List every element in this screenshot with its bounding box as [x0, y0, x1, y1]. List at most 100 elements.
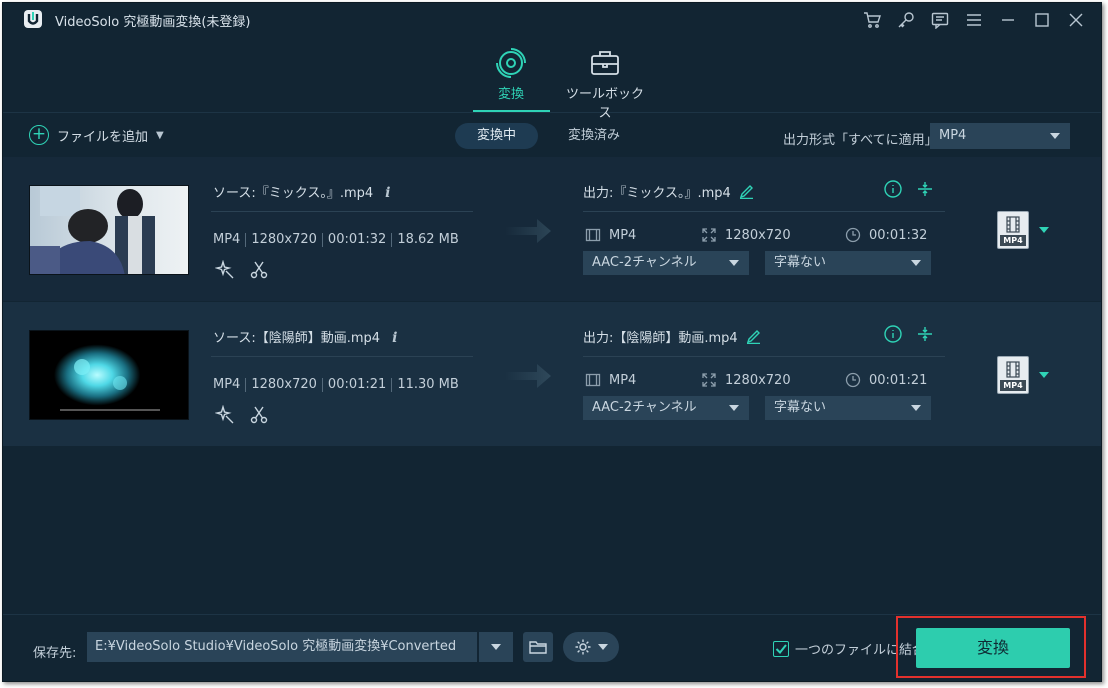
- output-duration-text: 00:01:21: [869, 372, 928, 388]
- add-icon: +: [29, 125, 49, 145]
- arrow-right-icon: [505, 364, 551, 388]
- convert-button[interactable]: 変換: [916, 628, 1070, 668]
- add-file-button[interactable]: + ファイルを追加 ▼: [29, 125, 164, 145]
- audio-track-select[interactable]: AAC-2チャンネル: [583, 251, 749, 275]
- video-thumbnail[interactable]: [29, 330, 189, 420]
- cart-icon[interactable]: [855, 7, 889, 33]
- settings-sliders-icon[interactable]: [915, 179, 935, 199]
- clock-icon: [845, 227, 861, 243]
- tab-convert[interactable]: 変換: [473, 47, 549, 111]
- info-icon[interactable]: i: [385, 185, 390, 201]
- chevron-down-icon: [1050, 133, 1060, 139]
- maximize-icon[interactable]: [1025, 7, 1059, 33]
- source-meta: MP4 1280x720 00:01:32 18.62 MB: [213, 233, 464, 247]
- scissors-icon[interactable]: [249, 260, 269, 280]
- enhance-icon[interactable]: [215, 260, 235, 280]
- output-format-badge[interactable]: MP4: [997, 211, 1029, 249]
- info-icon[interactable]: i: [392, 330, 397, 346]
- source-file-name-text: ソース:【陰陽師】動画.mp4: [213, 331, 381, 346]
- toolbox-icon: [591, 51, 619, 75]
- feedback-icon[interactable]: [923, 7, 957, 33]
- file-row: ソース:【陰陽師】動画.mp4 i MP4 1280x720 00:01:21 1…: [3, 302, 1101, 446]
- tab-toolbox[interactable]: ツールボックス: [563, 47, 647, 121]
- audio-track-value: AAC-2チャンネル: [592, 400, 697, 415]
- chevron-down-icon[interactable]: [1039, 372, 1049, 378]
- output-file-name: 出力:【陰陽師】動画.mp4: [583, 327, 761, 346]
- output-duration: 00:01:21: [845, 372, 927, 388]
- output-format-select[interactable]: MP4: [930, 123, 1070, 149]
- title-bar-controls: [855, 7, 1093, 33]
- chevron-down-icon[interactable]: [1039, 227, 1049, 233]
- output-file-name: 出力:『ミックス。』.mp4: [583, 182, 754, 201]
- subtitle-select[interactable]: 字幕ない: [765, 396, 931, 420]
- main-tabs: 変換 ツールボックス: [3, 37, 1101, 121]
- resize-icon: [702, 228, 716, 242]
- format-badge-text: MP4: [1000, 380, 1026, 391]
- edit-tools: [215, 405, 269, 425]
- close-icon[interactable]: [1059, 7, 1093, 33]
- chevron-down-icon[interactable]: ▼: [156, 130, 164, 141]
- source-duration: 00:01:32: [321, 233, 391, 247]
- output-file-name-text: 出力:【陰陽師】動画.mp4: [583, 331, 738, 346]
- settings-button[interactable]: [563, 632, 619, 662]
- output-format: MP4: [585, 372, 636, 388]
- app-window: VideoSolo 究極動画変換(未登録) 変換 ツールボックス + ファイルを…: [2, 2, 1102, 682]
- arrow-right-icon: [505, 219, 551, 243]
- film-icon: [585, 228, 601, 242]
- scissors-icon[interactable]: [249, 405, 269, 425]
- video-thumbnail[interactable]: [29, 185, 189, 275]
- chevron-down-icon: [729, 260, 739, 266]
- divider: [211, 211, 473, 212]
- info-circle-icon[interactable]: [883, 324, 903, 344]
- settings-sliders-icon[interactable]: [915, 324, 935, 344]
- enhance-icon[interactable]: [215, 405, 235, 425]
- output-resolution: 1280x720: [701, 372, 791, 388]
- output-format-label: 出力形式「すべてに適用」:: [783, 133, 942, 148]
- output-resolution-text: 1280x720: [725, 372, 791, 388]
- merge-checkbox[interactable]: [773, 640, 789, 657]
- audio-track-value: AAC-2チャンネル: [592, 255, 697, 270]
- edit-pencil-icon[interactable]: [746, 329, 761, 344]
- title-bar: VideoSolo 究極動画変換(未登録): [3, 3, 1101, 37]
- save-path-dropdown[interactable]: [479, 632, 513, 662]
- audio-track-select[interactable]: AAC-2チャンネル: [583, 396, 749, 420]
- output-file-name-text: 出力:『ミックス。』.mp4: [583, 186, 731, 201]
- save-path-field[interactable]: E:¥VideoSolo Studio¥VideoSolo 究極動画変換¥Con…: [87, 632, 477, 662]
- film-icon: [585, 373, 601, 387]
- output-format: MP4: [585, 227, 636, 243]
- menu-icon[interactable]: [957, 7, 991, 33]
- output-actions: [883, 179, 935, 199]
- chevron-down-icon: [911, 260, 921, 266]
- open-folder-button[interactable]: [523, 632, 553, 662]
- video-file-icon: [1006, 361, 1020, 378]
- subtitle-select[interactable]: 字幕ない: [765, 251, 931, 275]
- minimize-icon[interactable]: [991, 7, 1025, 33]
- tab-converting[interactable]: 変換中: [455, 123, 539, 149]
- output-duration: 00:01:32: [845, 227, 927, 243]
- format-badge-text: MP4: [1000, 235, 1026, 246]
- source-resolution: 1280x720: [245, 233, 322, 247]
- active-tab-indicator: [473, 110, 550, 112]
- gear-icon: [575, 639, 591, 655]
- edit-pencil-icon[interactable]: [739, 184, 754, 199]
- clock-icon: [845, 372, 861, 388]
- file-row: ソース:『ミックス。』.mp4 i MP4 1280x720 00:01:32 1…: [3, 157, 1101, 301]
- chevron-down-icon: [729, 405, 739, 411]
- info-circle-icon[interactable]: [883, 179, 903, 199]
- video-file-icon: [1006, 216, 1020, 233]
- output-duration-text: 00:01:32: [869, 227, 928, 243]
- window-title: VideoSolo 究極動画変換(未登録): [55, 15, 251, 30]
- output-format-badge[interactable]: MP4: [997, 356, 1029, 394]
- app-logo-icon: [24, 10, 42, 28]
- tab-convert-label: 変換: [497, 87, 524, 102]
- key-icon[interactable]: [889, 7, 923, 33]
- source-duration: 00:01:21: [321, 378, 391, 392]
- convert-disc-icon: [496, 48, 526, 78]
- folder-icon: [529, 641, 547, 654]
- source-file-name-text: ソース:『ミックス。』.mp4: [213, 186, 374, 201]
- source-format: MP4: [213, 232, 241, 247]
- tab-converted[interactable]: 変換済み: [546, 123, 642, 149]
- edit-tools: [215, 260, 269, 280]
- chevron-down-icon: [911, 405, 921, 411]
- divider: [583, 356, 945, 357]
